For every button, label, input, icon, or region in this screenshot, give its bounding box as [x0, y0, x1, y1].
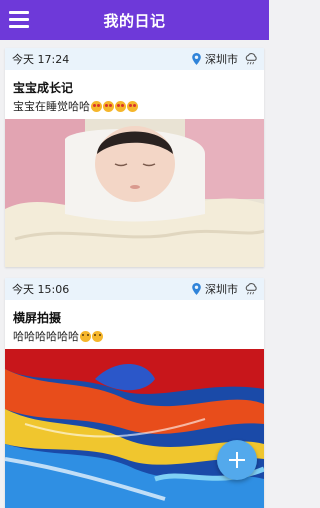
heart-eyes-emoji-icon — [127, 100, 138, 112]
diary-entry-card[interactable]: 今天 17:24 深圳市 宝宝成长记 宝宝在睡觉哈哈 — [5, 48, 264, 267]
add-entry-button[interactable] — [217, 440, 257, 480]
entry-title: 横屏拍摄 — [13, 311, 62, 325]
location-pin-icon — [192, 283, 201, 295]
heart-eyes-emoji-icon — [91, 100, 102, 112]
sleeping-baby-photo[interactable] — [5, 119, 264, 267]
location-pin-icon — [192, 53, 201, 65]
entry-text: 哈哈哈哈哈哈 — [13, 328, 264, 344]
entry-title: 宝宝成长记 — [13, 81, 74, 95]
entry-header: 今天 17:24 深圳市 — [5, 48, 264, 70]
entry-time: 今天 15:06 — [12, 283, 70, 296]
app-bar: 我的日记 — [0, 0, 269, 40]
entry-text: 宝宝在睡觉哈哈 — [13, 98, 264, 114]
entry-location: 深圳市 — [205, 283, 238, 296]
cloudy-icon — [245, 53, 257, 65]
entry-text-content: 宝宝在睡觉哈哈 — [13, 100, 90, 113]
entry-location: 深圳市 — [205, 53, 238, 66]
hamburger-icon[interactable] — [9, 11, 29, 28]
cloudy-icon — [245, 283, 257, 295]
entry-text-content: 哈哈哈哈哈哈 — [13, 330, 79, 343]
entry-time: 今天 17:24 — [12, 53, 70, 66]
heart-eyes-emoji-icon — [115, 100, 126, 112]
page-title: 我的日记 — [103, 11, 166, 30]
laughing-emoji-icon — [92, 330, 103, 342]
grinning-emoji-icon — [80, 330, 91, 342]
heart-eyes-emoji-icon — [103, 100, 114, 112]
entry-header: 今天 15:06 深圳市 — [5, 278, 264, 300]
colorful-paint-photo[interactable] — [5, 349, 264, 508]
